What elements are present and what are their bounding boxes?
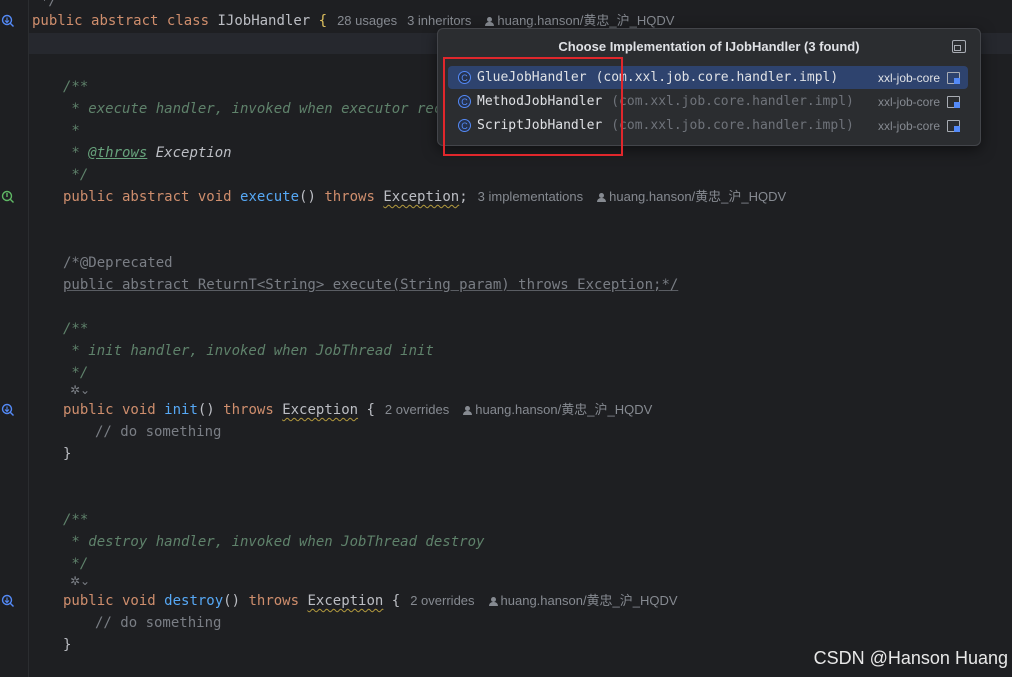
keyword: abstract <box>91 13 159 29</box>
destroy-method-line: public void destroy() throws Exception {… <box>63 590 678 612</box>
implementation-package: (com.xxl.job.core.handler.impl) <box>611 118 854 133</box>
throws-keyword: throws <box>223 402 274 418</box>
implementations-hint[interactable]: 3 implementations <box>478 189 584 204</box>
overrides-hint[interactable]: 2 overrides <box>410 593 474 608</box>
implemented-by-gutter-icon[interactable] <box>0 13 16 29</box>
overridden-method-gutter-icon[interactable] <box>0 593 16 609</box>
method-name[interactable]: execute <box>240 189 299 205</box>
doc-comment-line: * <box>63 123 80 139</box>
author-hint[interactable]: huang.hanson/黄忠_沪_HQDV <box>475 402 652 417</box>
doc-comment-line: * init handler, invoked when JobThread i… <box>63 343 434 359</box>
open-in-find-window-icon[interactable] <box>952 40 966 53</box>
params: () <box>197 402 215 418</box>
exception-type[interactable]: Exception <box>282 402 358 418</box>
author-icon <box>488 597 498 606</box>
watermark: CSDN @Hanson Huang <box>813 648 1008 668</box>
keyword: class <box>166 13 210 29</box>
editor-gutter <box>0 0 29 677</box>
doc-comment-line: */ <box>63 167 89 183</box>
brace: { <box>391 593 401 609</box>
implemented-method-gutter-icon[interactable] <box>0 189 16 205</box>
deprecated-comment-line: /*@Deprecated <box>63 255 173 271</box>
brace: { <box>318 13 328 29</box>
closing-brace: } <box>63 446 72 462</box>
closing-brace: } <box>63 637 72 653</box>
class-name[interactable]: IJobHandler <box>217 13 310 29</box>
author-icon <box>463 406 473 415</box>
line-comment: // do something <box>95 615 222 631</box>
module-name: xxl-job-core <box>877 118 940 133</box>
doc-comment-line: */ <box>63 365 89 381</box>
overrides-hint[interactable]: 2 overrides <box>385 402 449 417</box>
throws-keyword: throws <box>248 593 300 609</box>
doc-comment-line: * execute handler, invoked when executor… <box>63 101 460 117</box>
author-icon <box>485 17 495 26</box>
ai-assistant-icon[interactable]: ✲⌄ <box>70 574 90 588</box>
doc-comment-line: */ <box>63 556 89 572</box>
execute-method-line: public abstract void execute() throws Ex… <box>63 186 786 208</box>
params: () <box>299 189 316 205</box>
throws-keyword: throws <box>324 189 375 205</box>
exception-type[interactable]: Exception <box>307 593 383 609</box>
method-name[interactable]: destroy <box>164 593 223 609</box>
modifiers: public void <box>63 402 156 418</box>
doc-comment-line: * @throws Exception <box>63 142 232 164</box>
params: () <box>223 593 241 609</box>
modifiers: public void <box>63 593 156 609</box>
line-comment: // do something <box>95 424 222 440</box>
author-hint[interactable]: huang.hanson/黄忠_沪_HQDV <box>501 593 678 608</box>
keyword: public <box>32 13 83 29</box>
author-hint[interactable]: huang.hanson/黄忠_沪_HQDV <box>609 189 786 204</box>
doc-comment-line: /** <box>63 321 89 337</box>
implementation-package: (com.xxl.job.core.handler.impl) <box>611 94 854 109</box>
doc-comment-line: * destroy handler, invoked when JobThrea… <box>63 534 485 550</box>
doc-comment-prefix: * <box>63 145 89 161</box>
author-icon <box>597 193 607 202</box>
module-name: xxl-job-core <box>877 94 940 109</box>
usages-hint[interactable]: 28 usages <box>337 13 397 28</box>
module-icon <box>947 95 960 108</box>
semicolon: ; <box>459 189 468 205</box>
overridden-method-gutter-icon[interactable] <box>0 402 16 418</box>
modifiers: public abstract void <box>63 189 232 205</box>
annotation-highlight-box <box>443 57 623 156</box>
module-icon <box>947 71 960 84</box>
inheritors-hint[interactable]: 3 inheritors <box>407 13 471 28</box>
method-name[interactable]: init <box>164 402 198 418</box>
throws-tag: @throws <box>88 145 148 161</box>
module-icon <box>947 119 960 132</box>
throws-exception: Exception <box>147 145 232 161</box>
ai-assistant-icon[interactable]: ✲⌄ <box>70 383 90 397</box>
deprecated-comment-line: public abstract ReturnT<String> execute(… <box>63 277 679 293</box>
author-hint[interactable]: huang.hanson/黄忠_沪_HQDV <box>497 13 674 28</box>
init-method-line: public void init() throws Exception {2 o… <box>63 399 652 421</box>
exception-type[interactable]: Exception <box>383 189 459 205</box>
doc-comment-line: /** <box>63 512 89 528</box>
brace: { <box>366 402 375 418</box>
implementation-package: (com.xxl.job.core.handler.impl) <box>595 70 839 85</box>
module-name: xxl-job-core <box>877 70 940 85</box>
doc-comment-line: /** <box>63 79 89 95</box>
